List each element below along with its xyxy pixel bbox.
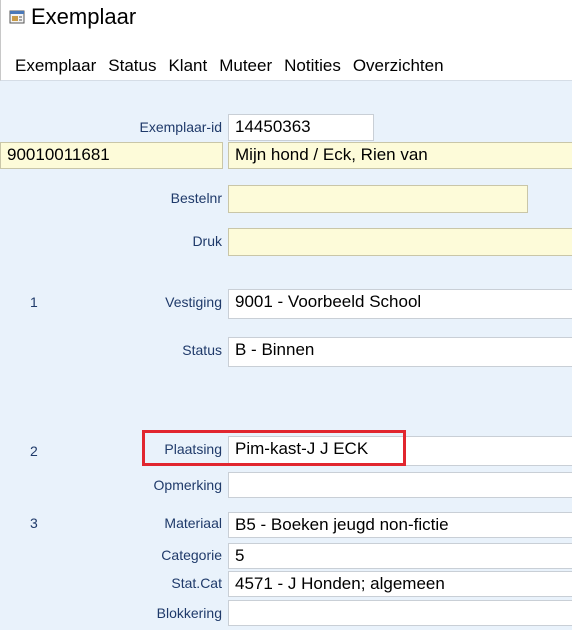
vestiging-field[interactable]: 9001 - Voorbeeld School bbox=[228, 289, 572, 319]
categorie-field[interactable]: 5 bbox=[228, 543, 572, 569]
status-field[interactable]: B - Binnen bbox=[228, 337, 572, 367]
highlight-annotation bbox=[142, 430, 406, 466]
druk-label: Druk bbox=[192, 233, 222, 249]
section-number: 3 bbox=[30, 515, 38, 531]
exemplaar-id-label: Exemplaar-id bbox=[139, 119, 222, 135]
materiaal-label: Materiaal bbox=[164, 515, 222, 531]
opmerking-label: Opmerking bbox=[153, 477, 222, 493]
menubar-spacer bbox=[0, 33, 572, 52]
menu-notities[interactable]: Notities bbox=[278, 56, 347, 76]
title-bar: Exemplaar bbox=[0, 0, 572, 33]
menu-klant[interactable]: Klant bbox=[162, 56, 213, 76]
statcat-label: Stat.Cat bbox=[171, 575, 222, 591]
menu-exemplaar[interactable]: Exemplaar bbox=[1, 56, 102, 76]
menu-status[interactable]: Status bbox=[102, 56, 162, 76]
exemplaar-id-field[interactable]: 14450363 bbox=[228, 114, 374, 141]
menu-bar: Exemplaar Status Klant Muteer Notities O… bbox=[0, 52, 572, 81]
section-number: 1 bbox=[30, 294, 38, 310]
materiaal-field[interactable]: B5 - Boeken jeugd non-fictie bbox=[228, 512, 572, 538]
opmerking-field[interactable] bbox=[228, 472, 572, 498]
bestelnr-label: Bestelnr bbox=[170, 190, 222, 206]
vestiging-label: Vestiging bbox=[165, 294, 222, 310]
app-window-icon bbox=[9, 9, 25, 25]
bestelnr-field[interactable] bbox=[228, 185, 528, 213]
status-label: Status bbox=[182, 342, 222, 358]
druk-field[interactable] bbox=[228, 228, 572, 256]
statcat-field[interactable]: 4571 - J Honden; algemeen bbox=[228, 571, 572, 597]
exemplaar-form: Exemplaar-id 14450363 90010011681 Mijn h… bbox=[0, 81, 572, 630]
menu-muteer[interactable]: Muteer bbox=[213, 56, 278, 76]
menu-overzichten[interactable]: Overzichten bbox=[347, 56, 450, 76]
blokkering-field[interactable] bbox=[228, 600, 572, 626]
title-author-field[interactable]: Mijn hond / Eck, Rien van bbox=[228, 142, 572, 169]
section-number: 2 bbox=[30, 443, 38, 459]
blokkering-label: Blokkering bbox=[156, 605, 222, 621]
barcode-field[interactable]: 90010011681 bbox=[0, 142, 223, 169]
categorie-label: Categorie bbox=[161, 547, 222, 563]
window-title: Exemplaar bbox=[31, 3, 137, 29]
